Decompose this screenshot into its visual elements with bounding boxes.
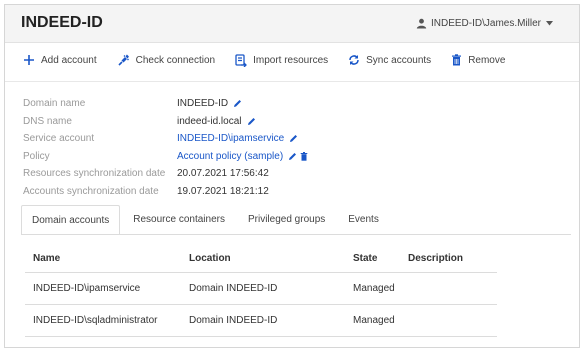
trash-icon [452,54,462,66]
plug-icon [118,54,129,66]
property-label: Accounts synchronization date [23,185,159,197]
tab-divider [21,234,571,235]
accounts-sync-date: 19.07.2021 18:21:12 [177,185,269,197]
property-label: Domain name [23,98,86,110]
property-row: Resources synchronization date 20.07.202… [23,165,308,183]
property-label: Service account [23,133,95,145]
cell-state: Managed [353,315,395,326]
toolbar: Add account Check connection Import reso… [23,49,525,71]
check-connection-label: Check connection [135,54,216,66]
domain-name-value: INDEED-ID [177,98,229,110]
dns-name-value: indeed-id.local [177,115,242,127]
plus-icon [24,55,34,65]
remove-label: Remove [468,54,506,66]
main-window: INDEED-ID INDEED-ID\James.Miller Add acc… [4,4,580,348]
user-menu[interactable]: INDEED-ID\James.Miller [416,18,557,29]
property-row: Domain name INDEED-ID [23,95,308,113]
pencil-icon[interactable] [233,99,242,108]
import-resources-label: Import resources [253,54,329,66]
user-name: INDEED-ID\James.Miller [430,18,541,29]
property-row: Accounts synchronization date 19.07.2021… [23,183,308,201]
table-header-row: Name Location State Description [25,245,497,273]
column-header-description[interactable]: Description [408,253,497,264]
property-label: Resources synchronization date [23,168,166,180]
property-value: indeed-id.local [177,116,256,127]
pencil-icon[interactable] [289,134,298,143]
remove-button[interactable]: Remove [451,54,505,66]
page-header: INDEED-ID INDEED-ID\James.Miller [5,5,579,43]
properties-panel: Domain name INDEED-ID DNS name indeed-id… [23,95,308,200]
add-account-label: Add account [41,54,97,66]
cell-location: Domain INDEED-ID [189,315,278,326]
caret-down-icon [546,21,553,26]
tab-domain-accounts[interactable]: Domain accounts [21,205,121,235]
column-header-location[interactable]: Location [189,253,353,264]
tab-resource-containers[interactable]: Resource containers [123,205,235,235]
resources-sync-date: 20.07.2021 17:56:42 [177,168,269,180]
property-row: DNS name indeed-id.local [23,113,308,131]
cell-state: Managed [353,283,395,294]
property-value: INDEED-ID\ipamservice [177,133,298,144]
property-label: Policy [23,150,50,162]
trash-icon[interactable] [300,151,308,161]
service-account-link[interactable]: INDEED-ID\ipamservice [177,133,284,144]
cell-name: INDEED-ID\ipamservice [33,283,141,294]
property-value: Account policy (sample) [177,151,308,162]
cell-location: Domain INDEED-ID [189,283,278,294]
add-account-button[interactable]: Add account [23,54,97,66]
column-header-state[interactable]: State [353,253,408,264]
pencil-icon[interactable] [288,152,297,161]
divider [5,81,579,82]
tab-events[interactable]: Events [338,205,389,235]
check-connection-button[interactable]: Check connection [117,54,216,67]
table-row[interactable]: INDEED-ID\ipamservice Domain INDEED-ID M… [25,273,497,305]
table-row[interactable]: INDEED-ID\sqladministrator Domain INDEED… [25,305,497,337]
sync-icon [349,55,359,65]
pencil-icon[interactable] [247,117,256,126]
policy-link[interactable]: Account policy (sample) [177,151,283,162]
page-title: INDEED-ID [21,14,103,31]
property-row: Service account INDEED-ID\ipamservice [23,130,308,148]
column-header-name[interactable]: Name [25,253,189,264]
sync-accounts-button[interactable]: Sync accounts [348,54,431,66]
property-value: INDEED-ID [177,98,242,109]
accounts-table: Name Location State Description INDEED-I… [25,245,497,337]
import-icon [235,53,248,67]
property-row: Policy Account policy (sample) [23,148,308,166]
tab-bar: Domain accounts Resource containers Priv… [21,205,392,235]
user-icon [416,18,427,29]
tab-privileged-groups[interactable]: Privileged groups [238,205,335,235]
import-resources-button[interactable]: Import resources [235,53,329,67]
property-label: DNS name [23,115,72,127]
cell-name: INDEED-ID\sqladministrator [33,315,158,326]
sync-accounts-label: Sync accounts [366,54,432,66]
